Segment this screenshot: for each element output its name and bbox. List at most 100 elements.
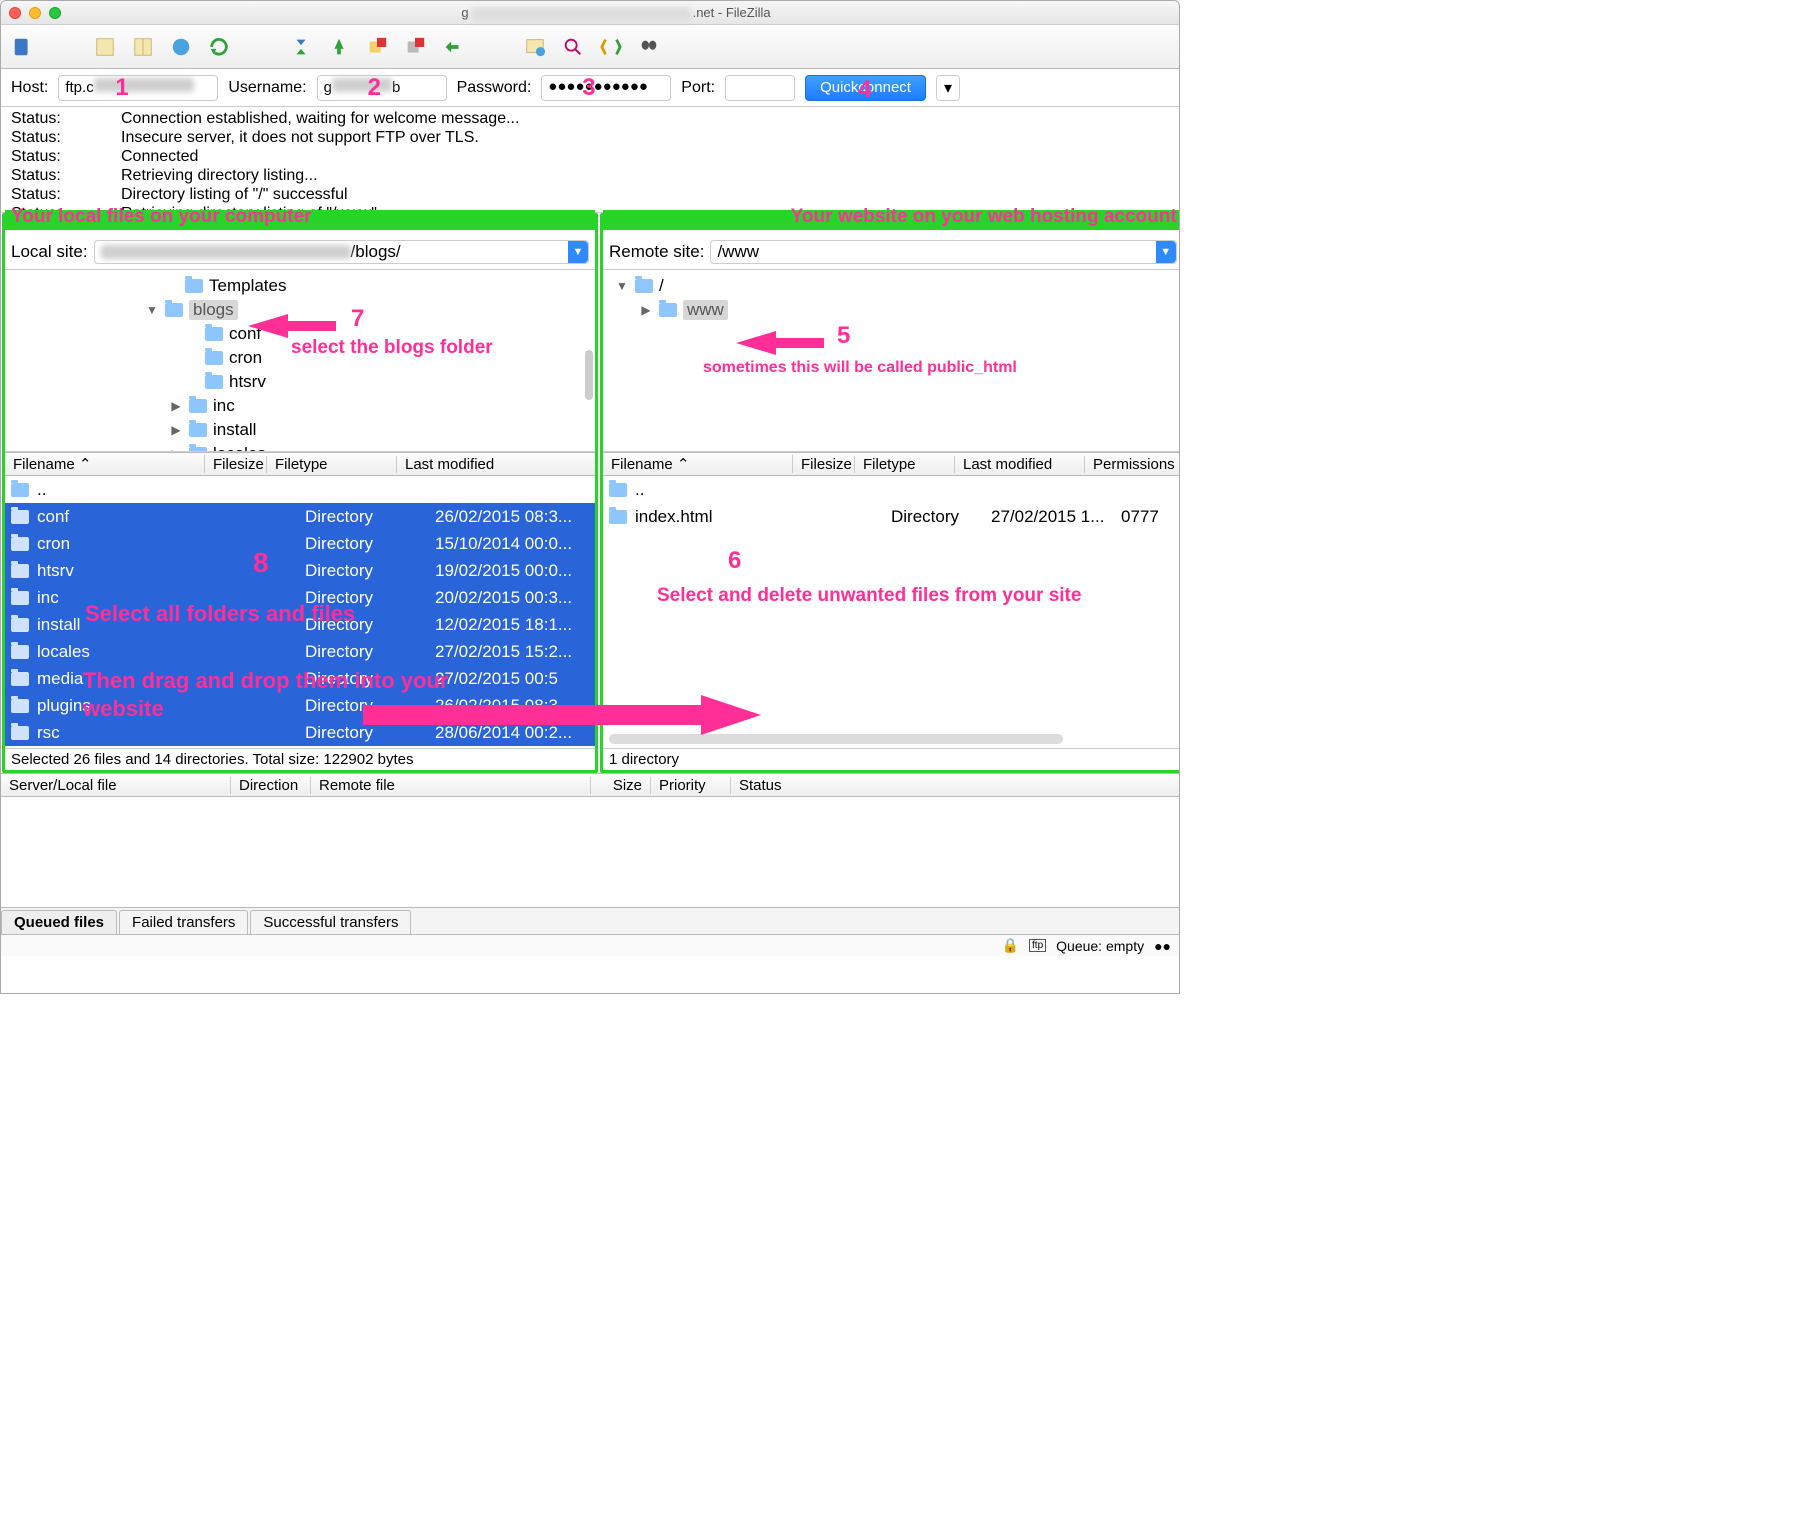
file-row[interactable]: cronDirectory15/10/2014 00:0... [5,530,595,557]
cell-filetype: Directory [305,723,435,743]
zoom-window-button[interactable] [49,7,61,19]
remote-site-row: Remote site: /www ▼ [603,234,1180,270]
col-priority[interactable]: Priority [651,777,731,794]
tree-item[interactable]: ▶inc [5,394,595,418]
scrollbar-horizontal[interactable] [609,734,1063,744]
disclosure-triangle-icon[interactable]: ▼ [145,303,159,317]
toggle-log-icon[interactable] [93,35,117,59]
search-icon[interactable] [637,35,661,59]
local-file-list[interactable]: ..confDirectory26/02/2015 08:3...cronDir… [5,476,595,748]
disclosure-triangle-icon[interactable]: ▶ [639,303,653,317]
scrollbar-thumb[interactable] [585,350,593,400]
file-row[interactable]: index.htmlDirectory27/02/2015 1...0777 [603,503,1180,530]
tree-item[interactable]: ▼blogs [5,298,595,322]
cancel-icon[interactable] [327,35,351,59]
disclosure-triangle-icon[interactable]: ▼ [615,279,629,293]
quickconnect-bar: Host: ftp.c 1 Username: gb 2 Password: ●… [1,69,1179,107]
compare-icon[interactable] [441,35,465,59]
disclosure-triangle-icon[interactable]: ▶ [169,447,183,452]
port-input[interactable] [725,75,795,101]
file-row[interactable]: pluginsDirectory26/02/2015 08:3... [5,692,595,719]
cell-permissions: 0777 [1121,507,1180,527]
log-message: Connected [121,147,198,166]
refresh-icon[interactable] [207,35,231,59]
close-window-button[interactable] [9,7,21,19]
folder-icon [11,726,29,740]
remote-directory-tree[interactable]: ▼/▶www [603,270,1180,452]
queue-body[interactable] [1,797,1179,907]
tree-item[interactable]: ▶install [5,418,595,442]
col-lastmodified[interactable]: Last modified [955,456,1085,473]
quickconnect-button[interactable]: Quickconnect 4 [805,75,926,101]
site-manager-icon[interactable] [11,35,35,59]
message-log[interactable]: Status:Connection established, waiting f… [1,107,1179,213]
tab-successful-transfers[interactable]: Successful transfers [250,910,411,934]
disconnect-icon[interactable] [365,35,389,59]
username-input[interactable]: gb 2 [317,75,447,101]
disclosure-triangle-icon[interactable]: ▶ [169,399,183,413]
tab-queued-files[interactable]: Queued files [1,910,117,934]
file-row[interactable]: .. [603,476,1180,503]
col-server-localfile[interactable]: Server/Local file [1,777,231,794]
col-filename[interactable]: Filename ⌃ [5,455,205,473]
col-permissions[interactable]: Permissions [1085,456,1180,473]
col-lastmodified[interactable]: Last modified [397,456,595,473]
remote-site-combo[interactable]: /www ▼ [710,240,1176,264]
file-row[interactable]: rscDirectory28/06/2014 00:2... [5,719,595,746]
password-input[interactable]: ●●●●●●●●●●● 3 [541,75,671,101]
queue-header[interactable]: Server/Local file Direction Remote file … [1,773,1179,797]
col-size[interactable]: Size [591,777,651,794]
col-status[interactable]: Status [731,777,1179,794]
disclosure-triangle-icon[interactable]: ▶ [169,423,183,437]
tree-item[interactable]: ▶locales [5,442,595,452]
cell-filename: locales [37,642,269,662]
local-file-list-header[interactable]: Filename ⌃ Filesize Filetype Last modifi… [5,452,595,476]
quickconnect-history-dropdown[interactable]: ▾ [936,75,960,101]
remote-file-list-header[interactable]: Filename ⌃ Filesize Filetype Last modifi… [603,452,1180,476]
sync-browse-icon[interactable] [523,35,547,59]
col-filetype[interactable]: Filetype [267,456,397,473]
local-directory-tree[interactable]: Templates▼blogsconfcronhtsrv▶inc▶install… [5,270,595,452]
cell-lastmodified: 27/02/2015 1... [991,507,1121,527]
file-row[interactable]: .. [5,476,595,503]
col-filesize[interactable]: Filesize [793,456,855,473]
tab-failed-transfers[interactable]: Failed transfers [119,910,248,934]
tree-item-label: cron [229,348,262,368]
log-label: Status: [11,185,121,204]
log-label: Status: [11,109,121,128]
file-row[interactable]: incDirectory20/02/2015 00:3... [5,584,595,611]
file-row[interactable]: installDirectory12/02/2015 18:1... [5,611,595,638]
filter-icon[interactable] [561,35,585,59]
remote-file-list[interactable]: .. index.htmlDirectory27/02/2015 1...0777 [603,476,1180,748]
file-row[interactable]: confDirectory26/02/2015 08:3... [5,503,595,530]
tree-item[interactable]: ▼/ [603,274,1180,298]
file-row[interactable]: localesDirectory27/02/2015 15:2... [5,638,595,665]
tree-item[interactable]: htsrv [5,370,595,394]
cell-filename: .. [635,480,855,500]
process-queue-icon[interactable] [289,35,313,59]
reconnect-icon[interactable] [403,35,427,59]
col-remotefile[interactable]: Remote file [311,777,591,794]
col-filesize[interactable]: Filesize [205,456,267,473]
chevron-down-icon[interactable]: ▼ [568,241,588,263]
cell-filetype: Directory [891,507,991,527]
tree-item[interactable]: conf [5,322,595,346]
col-filetype[interactable]: Filetype [855,456,955,473]
tree-item[interactable]: Templates [5,274,595,298]
log-message: Connection established, waiting for welc… [121,109,519,128]
col-direction[interactable]: Direction [231,777,311,794]
directory-compare-icon[interactable] [599,35,623,59]
toggle-queue-icon[interactable] [169,35,193,59]
file-row[interactable]: mediaDirectory27/02/2015 00:5 [5,665,595,692]
toggle-tree-icon[interactable] [131,35,155,59]
cell-lastmodified: 15/10/2014 00:0... [435,534,595,554]
queue-status: Queue: empty [1056,938,1144,954]
col-filename[interactable]: Filename ⌃ [603,455,793,473]
host-input[interactable]: ftp.c 1 [58,75,218,101]
tree-item[interactable]: cron [5,346,595,370]
file-row[interactable]: htsrvDirectory19/02/2015 00:0... [5,557,595,584]
chevron-down-icon[interactable]: ▼ [1156,241,1176,263]
minimize-window-button[interactable] [29,7,41,19]
local-site-combo[interactable]: /blogs/ ▼ [94,240,589,264]
tree-item[interactable]: ▶www [603,298,1180,322]
